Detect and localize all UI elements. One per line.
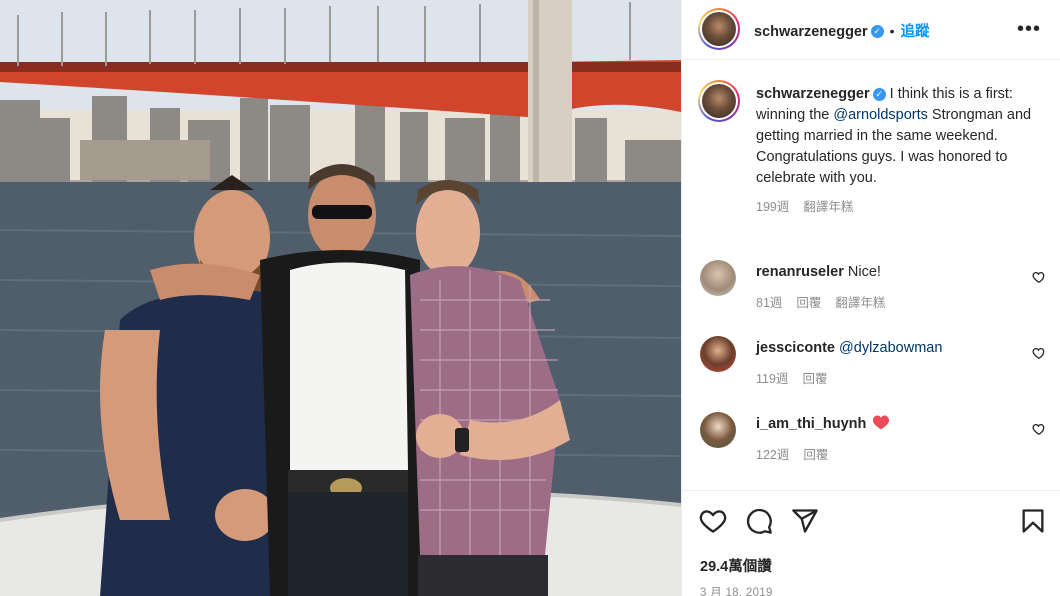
- comment-mention-link[interactable]: @dylzabowman: [839, 340, 942, 356]
- commenter-username[interactable]: i_am_thi_huynh: [756, 416, 866, 432]
- caption-translate-button[interactable]: 翻譯年糕: [803, 200, 853, 214]
- reply-button[interactable]: 回覆: [802, 372, 827, 386]
- more-options-icon[interactable]: •••: [1017, 18, 1041, 41]
- like-count[interactable]: 29.4萬個讚: [700, 555, 772, 576]
- commenter-avatar[interactable]: [700, 260, 736, 296]
- red-heart-emoji-icon: [873, 415, 890, 430]
- verified-badge-icon: ✓: [872, 87, 886, 101]
- caption-mention-link[interactable]: @arnoldsports: [833, 107, 928, 123]
- post-photo[interactable]: [0, 0, 681, 596]
- reply-button[interactable]: 回覆: [803, 448, 828, 462]
- heart-icon[interactable]: [699, 507, 727, 535]
- comment-meta: 119週 回覆: [756, 368, 841, 387]
- post-date[interactable]: 3 月 18, 2019: [700, 584, 773, 596]
- post-caption: schwarzenegger ✓ I think this is a first:…: [756, 84, 1040, 218]
- comment-time[interactable]: 119週: [756, 372, 788, 386]
- comment-like-heart-icon[interactable]: [1032, 270, 1046, 284]
- post-side-panel: schwarzenegger ✓ • 追蹤 ••• schwarzenegger ✓ I…: [681, 0, 1060, 596]
- commenter-username[interactable]: jessciconte: [756, 340, 835, 356]
- comment-time[interactable]: 122週: [756, 448, 789, 462]
- bookmark-icon[interactable]: [1019, 507, 1047, 535]
- caption-meta: 199週 翻譯年糕: [756, 197, 1040, 218]
- author-avatar[interactable]: [698, 8, 740, 50]
- comment-like-heart-icon[interactable]: [1032, 422, 1046, 436]
- author-username[interactable]: schwarzenegger: [754, 24, 868, 40]
- caption-username[interactable]: schwarzenegger: [756, 86, 870, 102]
- caption-author-avatar[interactable]: [698, 80, 740, 122]
- comment-meta: 122週 回覆: [756, 444, 842, 463]
- separator-dot: •: [889, 23, 895, 39]
- post-header: schwarzenegger ✓ • 追蹤 •••: [682, 0, 1060, 60]
- commenter-avatar[interactable]: [700, 412, 736, 448]
- commenter-username[interactable]: renanruseler: [756, 264, 844, 280]
- comment-text: jessciconte @dylzabowman: [756, 338, 1026, 358]
- post-header-meta: schwarzenegger ✓ • 追蹤: [754, 20, 930, 41]
- share-icon[interactable]: [791, 507, 819, 535]
- post-photo-illustration: [0, 0, 681, 596]
- comment-time[interactable]: 81週: [756, 296, 782, 310]
- comment-text: i_am_thi_huynh: [756, 414, 1026, 434]
- verified-badge-icon: ✓: [870, 25, 884, 39]
- comment-meta: 81週 回覆 翻譯年糕: [756, 292, 899, 311]
- comment-text: renanruseler Nice!: [756, 262, 1026, 282]
- post-actions: 29.4萬個讚 3 月 18, 2019: [682, 490, 1060, 596]
- reply-button[interactable]: 回覆: [796, 296, 821, 310]
- caption-time[interactable]: 199週: [756, 200, 789, 214]
- commenter-avatar[interactable]: [700, 336, 736, 372]
- comment-body: Nice!: [847, 264, 881, 280]
- comment-like-heart-icon[interactable]: [1032, 346, 1046, 360]
- follow-button[interactable]: 追蹤: [901, 24, 930, 40]
- translate-button[interactable]: 翻譯年糕: [835, 296, 885, 310]
- comment-icon[interactable]: [745, 507, 773, 535]
